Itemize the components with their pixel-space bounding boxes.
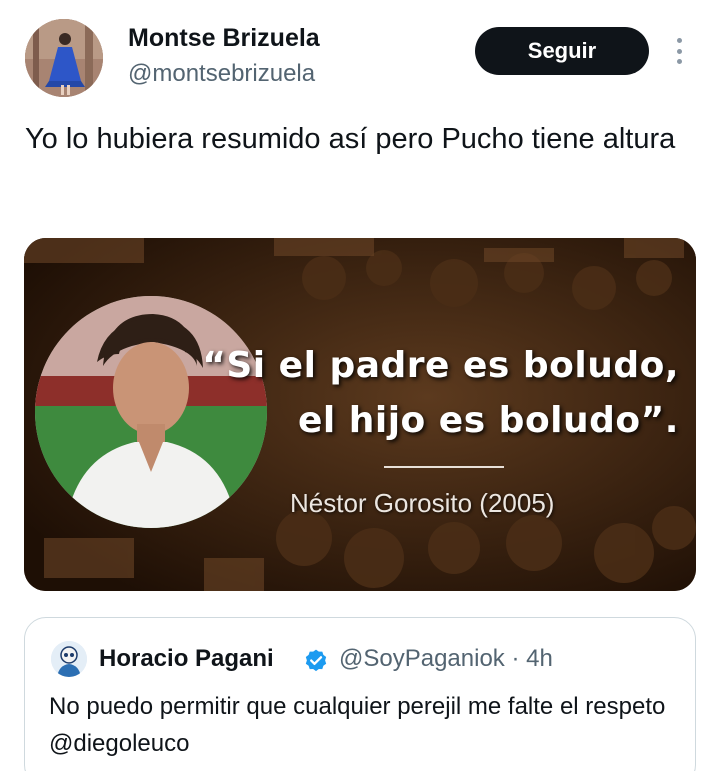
- quoted-handle-time[interactable]: @SoyPaganiok · 4h: [339, 645, 553, 673]
- verified-badge-icon: [305, 649, 327, 672]
- more-vertical-icon[interactable]: [668, 34, 690, 68]
- tweet-header: Montse Brizuela @montsebrizuela Seguir: [0, 0, 720, 110]
- quoted-tweet-card[interactable]: Horacio Pagani @SoyPaganiok · 4h No pued…: [24, 617, 696, 771]
- media-quote: “Si el padre es boludo, el hijo es bolud…: [199, 338, 679, 448]
- quote-line-1: “Si el padre es boludo,: [202, 345, 679, 386]
- author-name[interactable]: Montse Brizuela: [128, 24, 320, 53]
- avatar-photo: [25, 19, 103, 97]
- tweet-text: Yo lo hubiera resumido así pero Pucho ti…: [25, 123, 676, 155]
- tweet-media-image[interactable]: “Si el padre es boludo, el hijo es bolud…: [24, 238, 696, 591]
- quoted-author-name[interactable]: Horacio Pagani: [99, 645, 274, 673]
- author-avatar[interactable]: [25, 19, 103, 97]
- quote-divider: [384, 466, 504, 468]
- author-handle[interactable]: @montsebrizuela: [128, 60, 315, 88]
- quoted-author-avatar[interactable]: [51, 641, 87, 677]
- quote-line-2: el hijo es boludo”.: [297, 400, 679, 441]
- follow-button[interactable]: Seguir: [475, 27, 649, 75]
- quoted-tweet-text: No puedo permitir que cualquier perejil …: [49, 693, 666, 757]
- quote-author: Néstor Gorosito (2005): [290, 488, 555, 518]
